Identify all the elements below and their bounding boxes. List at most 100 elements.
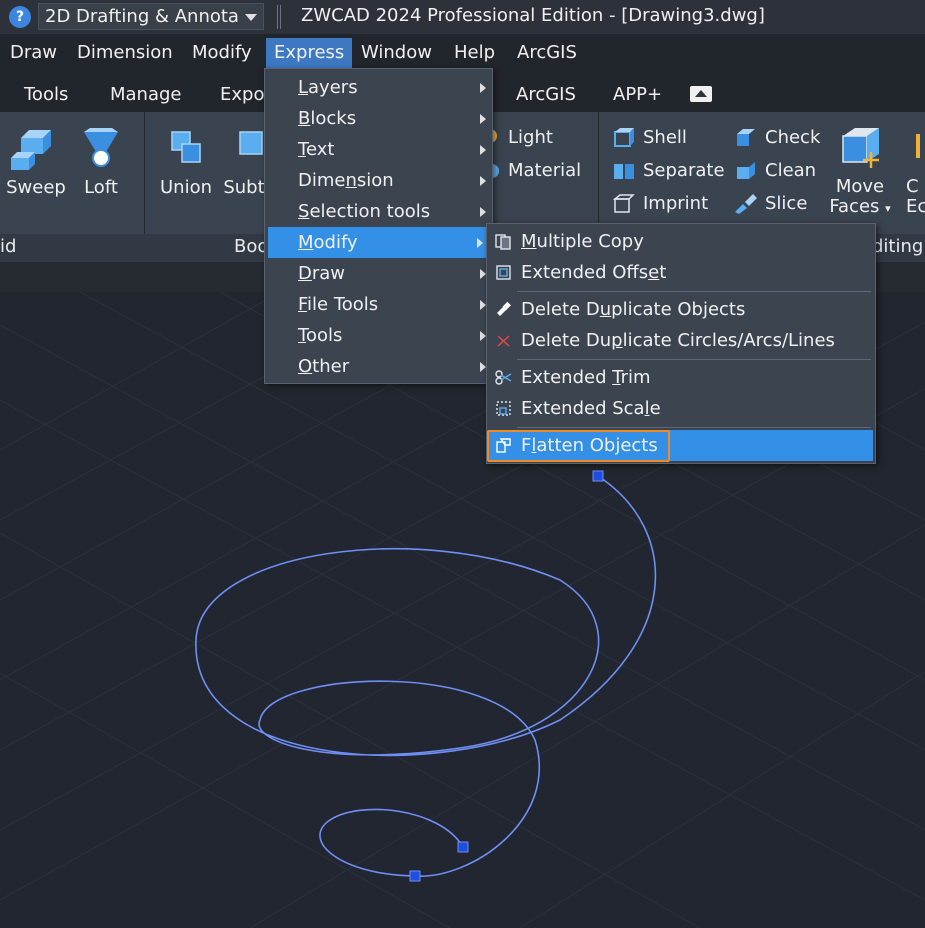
express-menu: Layers Blocks Text Dimension Selection t… <box>264 68 493 384</box>
collapse-ribbon-icon[interactable] <box>690 86 712 102</box>
modify-submenu: Multiple Copy Extended Offset Delete Dup… <box>486 223 876 464</box>
loft-label: Loft <box>84 177 118 198</box>
submenu-item-extended-offset[interactable]: Extended Offset <box>487 257 875 288</box>
imprint-label: Imprint <box>643 193 709 214</box>
window-title: ZWCAD 2024 Professional Edition - [Drawi… <box>301 5 765 26</box>
menu-modify[interactable]: Modify <box>192 38 252 68</box>
express-item-draw[interactable]: Draw <box>265 258 492 289</box>
tab-manage[interactable]: Manage <box>110 84 182 105</box>
extended-scale-icon <box>496 401 511 416</box>
submenu-separator <box>517 291 871 292</box>
subtract-icon <box>239 131 263 155</box>
panel-title-solid: id <box>0 236 17 257</box>
menu-arcgis[interactable]: ArcGIS <box>517 38 577 68</box>
loft-icon <box>84 128 118 167</box>
helix-curve[interactable] <box>195 475 657 877</box>
dropdown-arrow-icon: ▾ <box>885 202 891 215</box>
express-item-text[interactable]: Text <box>265 134 492 165</box>
delete-duplicate-objects-icon <box>497 301 511 316</box>
flatten-objects-highlight-box <box>487 430 670 462</box>
express-item-modify[interactable]: Modify <box>268 227 489 258</box>
move-faces-button[interactable]: Move Faces ▾ <box>828 126 892 219</box>
imprint-icon <box>612 194 635 214</box>
submenu-item-extended-scale[interactable]: Extended Scale <box>487 393 875 424</box>
move-faces-label: Faces <box>829 196 880 217</box>
check-label: Check <box>765 127 821 148</box>
express-item-dimension[interactable]: Dimension <box>265 165 492 196</box>
shell-label: Shell <box>643 127 687 148</box>
menu-dimension[interactable]: Dimension <box>77 38 173 68</box>
express-item-selection-tools[interactable]: Selection tools <box>265 196 492 227</box>
separate-button[interactable]: Separate <box>613 157 725 185</box>
tab-tools[interactable]: Tools <box>24 84 68 105</box>
express-item-blocks[interactable]: Blocks <box>265 103 492 134</box>
extended-offset-icon <box>496 265 511 280</box>
submenu-arrow-icon <box>480 114 486 124</box>
express-item-tools[interactable]: Tools <box>265 320 492 351</box>
submenu-arrow-icon <box>480 83 486 93</box>
move-faces-label-line2: Faces ▾ <box>828 197 892 219</box>
clean-icon <box>735 161 757 181</box>
tab-app-plus[interactable]: APP+ <box>613 84 662 105</box>
slice-label: Slice <box>765 193 808 214</box>
grip-mid[interactable] <box>409 870 421 882</box>
check-icon <box>735 128 757 148</box>
grip-start[interactable] <box>592 470 604 482</box>
multiple-copy-icon <box>495 234 511 250</box>
submenu-item-multiple-copy[interactable]: Multiple Copy <box>487 226 875 257</box>
shell-icon <box>613 128 635 148</box>
clean-button[interactable]: Clean <box>735 157 816 185</box>
sweep-button[interactable]: Sweep <box>5 126 67 198</box>
union-label: Union <box>159 177 212 198</box>
submenu-item-delete-duplicate-circles[interactable]: Delete Duplicate Circles/Arcs/Lines <box>487 325 875 356</box>
shell-button[interactable]: Shell <box>613 124 687 152</box>
tab-arcgis[interactable]: ArcGIS <box>516 84 576 105</box>
menu-window[interactable]: Window <box>361 38 432 68</box>
move-faces-icon <box>842 128 879 168</box>
submenu-item-delete-duplicate-objects[interactable]: Delete Duplicate Objects <box>487 294 875 325</box>
extended-trim-icon <box>495 370 512 385</box>
submenu-arrow-icon <box>480 145 486 155</box>
check-button[interactable]: Check <box>735 124 820 152</box>
title-bar: ? 2D Drafting & Annota ZWCAD 2024 Profes… <box>0 0 925 34</box>
menu-draw[interactable]: Draw <box>10 38 57 68</box>
imprint-button[interactable]: Imprint <box>612 190 709 218</box>
menu-bar: Draw Dimension Modify Express Window Hel… <box>0 38 925 68</box>
edge-button-partial[interactable]: C Ec <box>906 126 925 217</box>
subtract-button[interactable]: Subt <box>222 126 266 198</box>
edge-icon <box>916 134 920 158</box>
material-label: Material <box>508 160 582 181</box>
clean-label: Clean <box>765 160 817 181</box>
express-item-file-tools[interactable]: File Tools <box>265 289 492 320</box>
union-icon <box>171 131 201 163</box>
menu-express[interactable]: Express <box>266 38 353 68</box>
slice-button[interactable]: Slice <box>735 190 807 218</box>
separate-label: Separate <box>643 160 725 181</box>
sweep-icon <box>11 130 51 170</box>
submenu-arrow-icon <box>480 207 486 217</box>
subtract-label: Subt <box>223 177 265 198</box>
workspace-value: 2D Drafting & Annota <box>45 6 239 27</box>
edge-label-line1: C <box>906 176 919 197</box>
express-item-other[interactable]: Other <box>265 351 492 382</box>
edge-label-line2: Ec <box>906 196 925 217</box>
submenu-arrow-icon <box>477 238 483 248</box>
submenu-separator <box>517 359 871 360</box>
slice-icon <box>735 194 757 214</box>
submenu-arrow-icon <box>480 176 486 186</box>
separate-icon <box>613 161 635 181</box>
delete-duplicate-circles-icon <box>497 335 510 347</box>
question-icon[interactable]: ? <box>9 6 31 28</box>
grip-end[interactable] <box>457 841 469 853</box>
menu-help[interactable]: Help <box>454 38 495 68</box>
workspace-dropdown[interactable]: 2D Drafting & Annota <box>38 3 264 30</box>
material-button[interactable]: Material <box>482 157 581 185</box>
union-button[interactable]: Union <box>157 126 215 198</box>
submenu-item-extended-trim[interactable]: Extended Trim <box>487 362 875 393</box>
express-item-layers[interactable]: Layers <box>265 72 492 103</box>
chevron-down-icon <box>245 14 257 21</box>
loft-button[interactable]: Loft <box>78 126 124 198</box>
title-divider <box>277 5 281 29</box>
move-faces-label-line1: Move <box>835 176 885 197</box>
submenu-separator <box>517 427 871 428</box>
